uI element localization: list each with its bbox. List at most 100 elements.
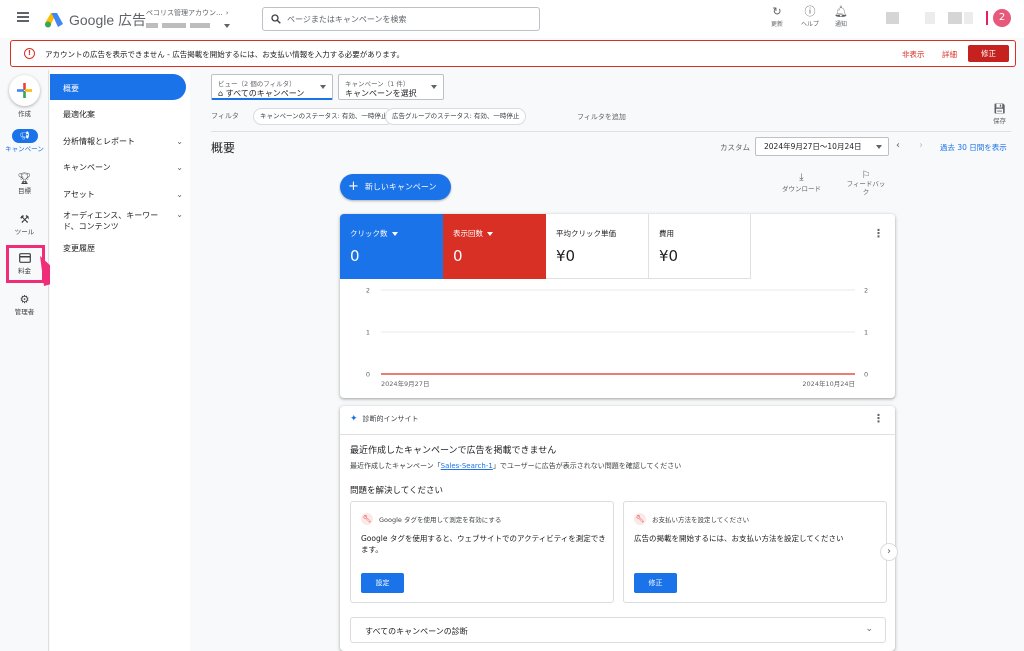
rail-tools-label: ツール xyxy=(14,228,35,236)
campaign-selector-label: キャンペーン（1 件） xyxy=(345,80,410,88)
feedback-button[interactable]: ⚐ フィードバック xyxy=(846,170,886,197)
insight-desc-prefix: 最近作成したキャンペーン「 xyxy=(350,462,441,470)
new-campaign-button[interactable]: + 新しいキャンペーン xyxy=(340,174,451,200)
metric-label: 費用 xyxy=(659,229,674,238)
rec-body: 広告の掲載を開始するには、お支払い方法を設定してください xyxy=(634,534,844,543)
plus-icon xyxy=(17,83,32,98)
search-input[interactable]: ページまたはキャンペーンを検索 xyxy=(262,7,540,31)
rail-item-campaigns[interactable]: 📢︎ キャンペーン xyxy=(0,129,49,153)
chevron-down-icon: ⌄ xyxy=(176,210,183,219)
y-tick-label-left: 1 xyxy=(366,329,370,337)
help-button[interactable]: ⓘ ヘルプ xyxy=(801,5,819,28)
y-tick-label-left: 2 xyxy=(366,287,370,295)
subnav-item-change-history[interactable]: 変更履歴 xyxy=(63,243,183,254)
rail-item-goals[interactable]: 🏆︎ 目標 xyxy=(0,172,49,195)
metric-clicks[interactable]: クリック数 0 xyxy=(340,214,443,279)
performance-chart: 0 1 2 0 1 2 2024年9月27日 2024年10月24日 xyxy=(366,287,868,389)
campaign-selector[interactable]: キャンペーン（1 件） キャンペーンを選択 xyxy=(338,74,444,100)
prev-period-button[interactable]: ‹ xyxy=(896,140,900,151)
save-label: 保存 xyxy=(993,117,1006,125)
alert-detail-link[interactable]: 詳細 xyxy=(942,49,957,60)
create-button[interactable] xyxy=(9,75,40,106)
caret-down-icon xyxy=(224,23,230,28)
divider xyxy=(211,131,1011,132)
subnav-item-recommendations[interactable]: 最適化案 xyxy=(63,109,183,120)
setup-button[interactable]: 設定 xyxy=(361,573,404,593)
more-vert-icon[interactable]: ⋮ xyxy=(873,227,884,240)
tools-icon: ⚒ xyxy=(19,213,30,226)
subnav-item-audiences[interactable]: オーディエンス、キーワード、コンテンツ ⌄ xyxy=(63,210,183,232)
sparkle-icon: ✦ xyxy=(350,414,358,424)
alert-fix-button[interactable]: 修正 xyxy=(968,45,1009,62)
refresh-button[interactable]: ↻ 更新 xyxy=(771,5,783,28)
last-30-days-link[interactable]: 過去 30 日間を表示 xyxy=(940,142,1007,153)
caret-down-icon xyxy=(320,85,326,89)
megaphone-icon: 📢︎ xyxy=(11,129,38,143)
metric-impressions[interactable]: 表示回数 0 xyxy=(443,214,546,279)
chevron-down-icon: ⌄ xyxy=(176,190,183,199)
refresh-icon: ↻ xyxy=(772,5,782,18)
alert-hide-link[interactable]: 非表示 xyxy=(902,49,925,60)
subnav-item-assets[interactable]: アセット ⌄ xyxy=(63,189,183,200)
rec-body: Google タグを使用すると、ウェブサイトでのアクティビティを測定できます。 xyxy=(361,534,606,554)
subnav-item-overview[interactable]: 概要 xyxy=(63,83,183,94)
divider xyxy=(340,434,895,435)
view-selector-value: ⌂ すべてのキャンペーン xyxy=(218,88,304,99)
caret-down-icon xyxy=(876,145,882,149)
notifications-button[interactable]: 🔔︎ 通知 xyxy=(834,5,848,28)
add-filter-link[interactable]: フィルタを追加 xyxy=(577,112,626,122)
product-name: Google 広告 xyxy=(69,12,147,28)
carousel-next-button[interactable]: › xyxy=(880,543,898,561)
feedback-icon: ⚐ xyxy=(861,170,871,181)
rail-item-tools[interactable]: ⚒ ツール xyxy=(0,213,49,236)
insights-header: ✦ 診断的インサイト xyxy=(350,414,419,424)
subnav-label: 分析情報とレポート xyxy=(63,137,135,146)
x-tick-label: 2024年9月27日 xyxy=(381,379,429,388)
next-period-button[interactable]: › xyxy=(919,140,923,151)
redacted-block xyxy=(190,23,210,28)
wrench-icon: 🔧︎ xyxy=(634,513,646,525)
avatar[interactable]: 2 xyxy=(993,9,1011,27)
y-tick-label-right: 0 xyxy=(864,371,868,379)
view-selector[interactable]: ビュー（2 個のフィルタ） ⌂ すべてのキャンペーン xyxy=(211,74,333,100)
avatar-accent xyxy=(986,11,988,25)
plus-icon: + xyxy=(348,179,359,194)
save-button[interactable]: 💾︎ 保存 xyxy=(993,104,1006,125)
performance-card: クリック数 0 表示回数 0 平均クリック単価 ¥0 費用 ¥0 ⋮ 0 1 2 0 1… xyxy=(340,214,895,398)
rail-campaigns-label: キャンペーン xyxy=(5,145,44,153)
redacted-block xyxy=(146,23,158,28)
redacted-block xyxy=(162,23,186,28)
date-range-value: 2024年9月27日〜10月24日 xyxy=(764,142,862,151)
menu-icon[interactable] xyxy=(17,12,29,22)
rec-title: Google タグを使用して測定を有効にする xyxy=(379,516,502,524)
download-button[interactable]: ⤓ ダウンロード xyxy=(782,172,821,193)
metric-label: クリック数 xyxy=(350,229,388,238)
caret-down-icon xyxy=(391,231,398,236)
y-tick-label-right: 2 xyxy=(864,287,868,295)
campaign-link[interactable]: Sales-Search-1 xyxy=(441,462,493,470)
metric-avg-cpc[interactable]: 平均クリック単価 ¥0 xyxy=(546,214,649,279)
redacted-block xyxy=(886,12,899,24)
subnav-item-insights-reports[interactable]: 分析情報とレポート ⌄ xyxy=(63,136,183,147)
subnav-label: キャンペーン xyxy=(63,163,111,172)
subnav-label: 変更履歴 xyxy=(63,244,95,253)
fix-payment-button[interactable]: 修正 xyxy=(634,573,677,593)
new-campaign-label: 新しいキャンペーン xyxy=(364,182,437,192)
more-vert-icon[interactable]: ⋮ xyxy=(873,412,884,425)
filter-label: フィルタ xyxy=(211,112,239,120)
filter-chip-adgroup-status[interactable]: 広告グループのステータス: 有効、一時停止 xyxy=(385,108,527,125)
chevron-down-icon: ⌄ xyxy=(176,163,183,172)
date-range-selector[interactable]: 2024年9月27日〜10月24日 xyxy=(755,137,889,156)
secondary-nav xyxy=(50,70,190,651)
account-name: ペコリス管理アカウン... xyxy=(146,9,223,17)
filter-chip-campaign-status[interactable]: キャンペーンのステータス: 有効、一時停止 xyxy=(253,108,395,125)
view-selector-label: ビュー（2 個のフィルタ） xyxy=(218,80,296,88)
metric-cost[interactable]: 費用 ¥0 xyxy=(649,214,751,279)
google-ads-logo[interactable]: Google 広告 xyxy=(44,10,146,30)
all-campaign-diagnostics-accordion[interactable]: すべてのキャンペーンの診断 ⌄ xyxy=(350,617,886,643)
subnav-label: オーディエンス、キーワード、コンテンツ xyxy=(63,211,159,231)
insight-headline: 最近作成したキャンペーンで広告を掲載できません xyxy=(350,446,557,456)
search-placeholder: ページまたはキャンペーンを検索 xyxy=(287,14,407,24)
subnav-item-campaigns[interactable]: キャンペーン ⌄ xyxy=(63,162,183,173)
account-switcher[interactable]: ペコリス管理アカウン... › xyxy=(146,8,230,28)
